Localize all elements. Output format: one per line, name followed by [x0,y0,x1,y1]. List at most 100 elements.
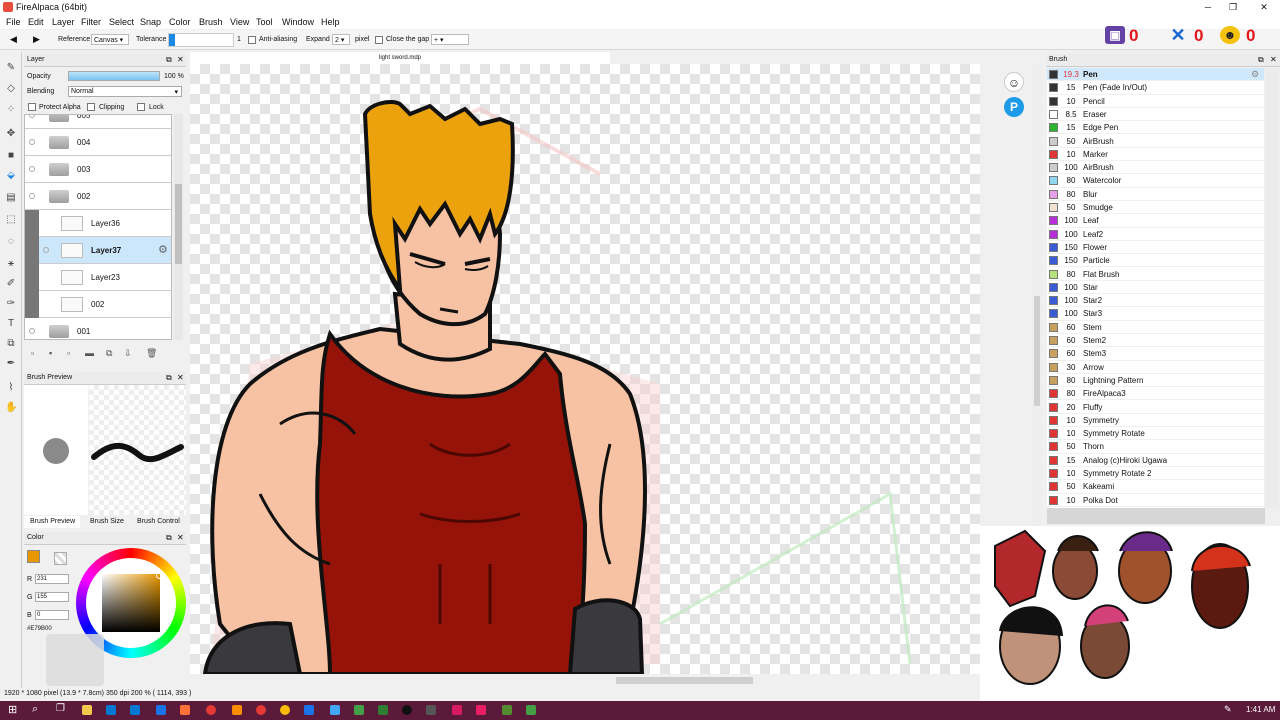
layer-row[interactable]: 002 [25,183,171,210]
brush-item[interactable]: 10 Polka Dot [1047,493,1264,507]
reference-select[interactable]: Canvas ▾ [91,34,129,45]
canvas-hscrollbar[interactable] [190,674,980,686]
close-gap-checkbox[interactable] [375,36,383,44]
lasso-tool-icon[interactable]: ◌ [5,236,17,248]
tab-brush-control[interactable]: Brush Control [137,518,180,525]
brush-item[interactable]: 80 Lightning Pattern [1047,373,1264,388]
brush-item[interactable]: 80 Watercolor [1047,174,1264,188]
color-picker-handle[interactable] [156,572,163,579]
layer-row[interactable]: Layer23 [25,264,171,291]
brush-item[interactable]: 100 AirBrush [1047,161,1264,175]
app-icon-3[interactable] [206,705,216,715]
delete-layer-icon[interactable]: 🗑 [146,348,157,359]
brush-item[interactable]: 50 Thorn [1047,440,1264,454]
layer-scrollbar-thumb[interactable] [175,184,182,264]
menu-file[interactable]: File [6,17,21,27]
antialias-checkbox[interactable] [248,36,256,44]
clipping-checkbox[interactable] [87,103,95,111]
menu-view[interactable]: View [230,17,249,27]
select-tool-icon[interactable]: ⬚ [5,214,17,226]
new-layer-icon[interactable]: ▫ [31,348,34,358]
app-icon-8[interactable] [354,705,364,715]
menu-edit[interactable]: Edit [28,17,44,27]
color-panel-close-icon[interactable]: ✕ [177,533,184,542]
app-icon-14[interactable] [526,705,536,715]
blending-select[interactable]: Normal ▾ [68,86,182,97]
menu-color[interactable]: Color [169,17,191,27]
new-8bit-layer-icon[interactable]: ▪ [49,348,52,358]
visibility-icon[interactable] [29,193,35,199]
search-icon[interactable]: ⌕ [32,703,38,716]
canvas-vscrollbar-thumb[interactable] [1034,296,1040,406]
opacity-slider[interactable] [68,71,160,81]
app-icon-5[interactable] [256,705,266,715]
mail-icon[interactable] [130,705,140,715]
brush-item[interactable]: 19.3 Pen ⚙ [1047,68,1264,82]
file-explorer-icon[interactable] [82,705,92,715]
visibility-icon[interactable] [29,166,35,172]
layer-panel-close-icon[interactable]: ✕ [177,55,184,64]
hand-tool-icon[interactable]: ✋ [5,402,17,414]
brush-item[interactable]: 80 FireAlpaca3 [1047,387,1264,401]
windows-start-icon[interactable]: ⊞ [8,703,17,716]
maximize-button[interactable]: ❐ [1221,0,1245,14]
brush-panel-close-icon[interactable]: ✕ [1270,55,1277,64]
layer-row[interactable]: 003 [25,156,171,183]
layer-row[interactable]: 001 [25,318,171,339]
menu-tool[interactable]: Tool [256,17,273,27]
prev-arrow-icon[interactable]: ◀ [10,34,17,45]
dot-tool-icon[interactable]: ⁘ [5,104,17,116]
brush-preview-float-icon[interactable]: ⧉ [166,373,172,383]
brush-item[interactable]: 100 Star3 [1047,307,1264,321]
layer-row-selected[interactable]: Layer37 ⚙ [25,237,171,264]
b-input[interactable]: 0 [35,610,69,620]
brush-item[interactable]: 10 Symmetry Rotate [1047,427,1264,441]
brush-item[interactable]: 50 AirBrush [1047,134,1264,148]
brush-panel-float-icon[interactable]: ⧉ [1258,55,1264,65]
visibility-icon[interactable] [29,139,35,145]
close-gap-select[interactable]: + ▾ [431,34,469,45]
layer-row[interactable]: Layer36 [25,210,171,237]
visibility-icon[interactable] [43,247,49,253]
menu-snap[interactable]: Snap [140,17,161,27]
text-tool-icon[interactable]: T [5,318,17,330]
chrome-icon[interactable] [280,705,290,715]
tab-brush-size[interactable]: Brush Size [90,518,124,525]
color-panel-float-icon[interactable]: ⧉ [166,533,172,543]
menu-select[interactable]: Select [109,17,134,27]
brush-tool-icon[interactable]: ✐ [5,278,17,290]
app-icon-7[interactable] [330,705,340,715]
brush-item[interactable]: 60 Stem2 [1047,334,1264,348]
g-input[interactable]: 155 [35,592,69,602]
layer-panel-float-icon[interactable]: ⧉ [166,55,172,65]
app-icon-4[interactable] [232,705,242,715]
brush-item[interactable]: 100 Star2 [1047,294,1264,308]
task-view-icon[interactable]: ❐ [56,703,65,714]
app-icon-11[interactable] [426,705,436,715]
divide-tool-icon[interactable]: ⧉ [5,338,17,350]
bucket-tool-icon[interactable]: ⬙ [5,170,17,182]
layer-row[interactable]: 005 [25,115,171,129]
brush-item[interactable]: 100 Star [1047,280,1264,295]
brush-item[interactable]: 50 Kakeami [1047,480,1264,494]
eyedropper-icon[interactable]: ✒ [5,358,17,370]
saturation-square[interactable] [102,574,160,632]
app-icon-6[interactable] [304,705,314,715]
canvas-hscrollbar-thumb[interactable] [616,677,753,684]
tab-brush-preview[interactable]: Brush Preview [24,516,80,528]
eraser-tool-icon[interactable]: ◇ [5,83,17,95]
menu-brush[interactable]: Brush [199,17,223,27]
brush-item[interactable]: 60 Stem3 [1047,347,1264,361]
brush-item[interactable]: 8.5 Eraser [1047,107,1264,122]
brush-item[interactable]: 100 Leaf [1047,214,1264,228]
eyedropper2-icon[interactable]: ⌇ [5,382,17,394]
layer-row[interactable]: 004 [25,129,171,156]
r-input[interactable]: 231 [35,574,69,584]
move-tool-icon[interactable]: ✥ [5,128,17,140]
brush-item[interactable]: 15 Edge Pen [1047,121,1264,135]
secondary-color-swatch[interactable] [54,552,67,565]
next-arrow-icon[interactable]: ▶ [33,34,40,45]
gear-icon[interactable]: ⚙ [158,243,168,256]
app-icon-13[interactable] [502,705,512,715]
drawing-canvas[interactable] [190,64,980,674]
